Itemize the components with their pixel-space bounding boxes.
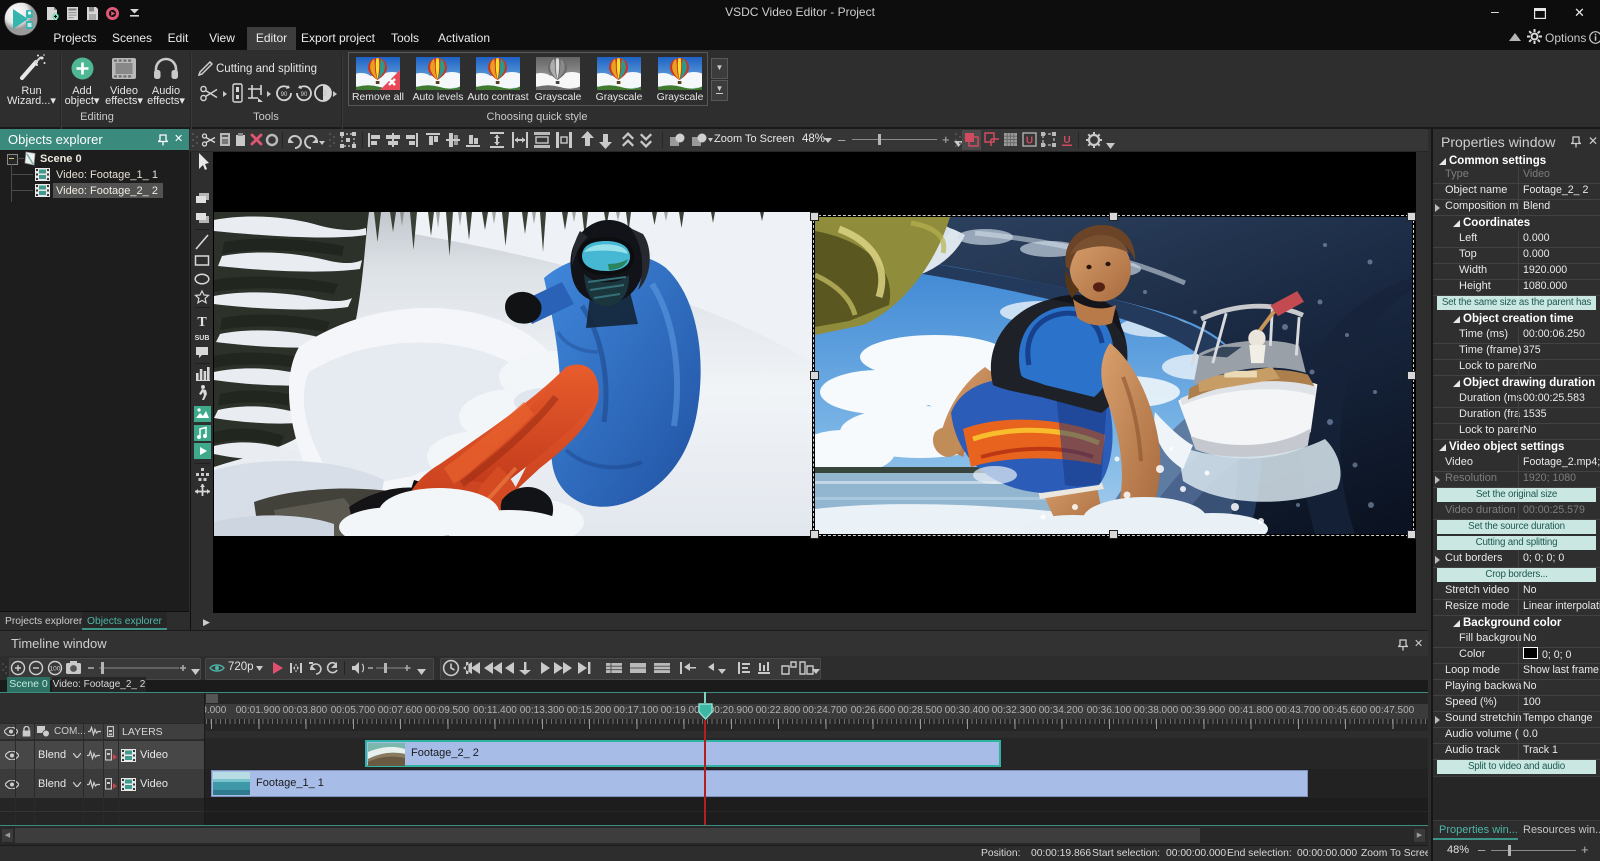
svg-text:U: U bbox=[1026, 136, 1033, 147]
svg-text:SUB: SUB bbox=[195, 335, 210, 342]
svg-text:90: 90 bbox=[281, 92, 288, 98]
svg-text:U: U bbox=[1063, 135, 1070, 146]
svg-text:90: 90 bbox=[301, 92, 308, 98]
svg-text:100: 100 bbox=[50, 666, 61, 673]
svg-text:T: T bbox=[197, 315, 207, 330]
